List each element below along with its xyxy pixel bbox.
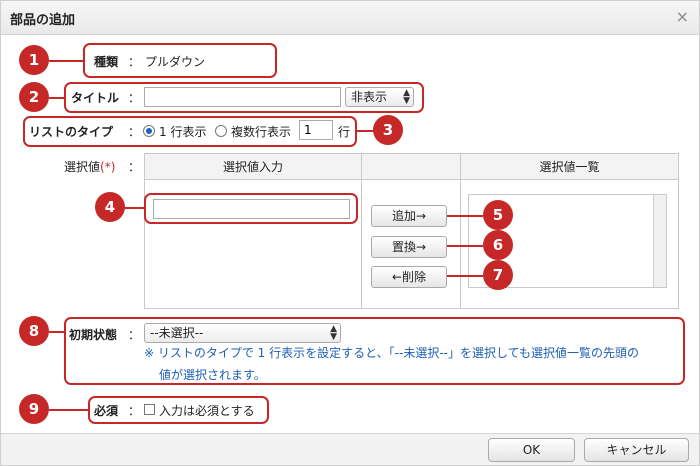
kind-label: 種類 bbox=[94, 55, 119, 69]
callout-connector-5 bbox=[447, 215, 483, 217]
choices-label: 選択値(*) bbox=[64, 158, 115, 175]
initial-state-select-value: --未選択-- bbox=[150, 326, 204, 340]
callout-connector-9 bbox=[49, 409, 89, 411]
title-display-select[interactable]: 非表示 ▲ ▼ bbox=[345, 87, 414, 107]
callout-badge-2: 2 bbox=[19, 82, 49, 112]
add-button[interactable]: 追加→ bbox=[371, 205, 447, 227]
col-input-header: 選択値入力 bbox=[222, 160, 283, 174]
radio-multi-line-label: 複数行表示 bbox=[231, 125, 292, 139]
required-mark: (*) bbox=[100, 160, 116, 174]
delete-button[interactable]: ←削除 bbox=[371, 266, 447, 288]
required-checkbox-label: 入力は必須とする bbox=[159, 404, 255, 418]
callout-connector-7 bbox=[447, 275, 483, 277]
callout-badge-5: 5 bbox=[483, 200, 513, 230]
replace-button[interactable]: 置換→ bbox=[371, 236, 447, 258]
initial-state-label: 初期状態 bbox=[69, 328, 118, 342]
title-label: タイトル bbox=[71, 91, 120, 105]
required-label: 必須 bbox=[94, 404, 119, 418]
choices-label-text: 選択値 bbox=[64, 160, 101, 174]
dialog-footer: OK キャンセル bbox=[1, 433, 699, 465]
title-input[interactable] bbox=[144, 87, 341, 107]
callout-badge-9: 9 bbox=[19, 394, 49, 424]
callout-connector-6 bbox=[447, 245, 483, 247]
initial-state-note-line1: ※ リストのタイプで 1 行表示を設定すると、「--未選択--」を選択しても選択… bbox=[144, 346, 640, 360]
callout-badge-7: 7 bbox=[483, 260, 513, 290]
callout-badge-3: 3 bbox=[373, 115, 403, 145]
dialog-title: 部品の追加 bbox=[10, 13, 76, 28]
callout-connector-2 bbox=[49, 97, 65, 99]
close-icon[interactable]: × bbox=[676, 8, 689, 26]
callout-connector-8 bbox=[49, 331, 65, 333]
kind-colon: ： bbox=[128, 55, 141, 69]
list-type-label: リストのタイプ bbox=[29, 125, 114, 139]
required-colon: ： bbox=[128, 404, 141, 418]
select-arrows-icon: ▲ ▼ bbox=[330, 324, 337, 342]
col-list-header: 選択値一覧 bbox=[539, 160, 600, 174]
list-type-colon: ： bbox=[128, 125, 141, 139]
listbox-scrollbar[interactable] bbox=[653, 195, 666, 287]
ok-button[interactable]: OK bbox=[488, 438, 575, 462]
callout-connector-4 bbox=[123, 207, 144, 209]
rows-unit: 行 bbox=[338, 125, 351, 139]
required-checkbox[interactable] bbox=[144, 404, 155, 415]
kind-value: プルダウン bbox=[145, 55, 206, 69]
callout-badge-6: 6 bbox=[483, 230, 513, 260]
radio-multi-line[interactable] bbox=[215, 125, 227, 137]
choice-value-input[interactable] bbox=[153, 199, 350, 219]
cancel-button[interactable]: キャンセル bbox=[584, 438, 689, 462]
add-component-dialog: 部品の追加 × 種類 ： プルダウン タイトル ： 非表示 ▲ ▼ リストのタイプ… bbox=[0, 0, 700, 466]
callout-badge-1: 1 bbox=[19, 45, 49, 75]
initial-state-select[interactable]: --未選択-- ▲ ▼ bbox=[144, 323, 341, 343]
choices-colon: ： bbox=[128, 160, 141, 174]
table-divider-2 bbox=[460, 154, 461, 308]
table-divider-1 bbox=[361, 154, 362, 308]
callout-badge-4: 4 bbox=[95, 192, 125, 222]
select-arrows-icon: ▲ ▼ bbox=[403, 88, 410, 106]
initial-state-colon: ： bbox=[128, 328, 141, 342]
title-colon: ： bbox=[128, 91, 141, 105]
callout-connector-1 bbox=[49, 60, 83, 62]
title-display-select-value: 非表示 bbox=[351, 90, 388, 104]
dialog-titlebar: 部品の追加 × bbox=[1, 1, 699, 35]
radio-single-line-label: 1 行表示 bbox=[159, 125, 207, 139]
rows-count-input[interactable] bbox=[299, 120, 333, 140]
callout-badge-8: 8 bbox=[19, 316, 49, 346]
radio-single-line[interactable] bbox=[143, 125, 155, 137]
initial-state-note-line2: 値が選択されます。 bbox=[159, 368, 266, 382]
